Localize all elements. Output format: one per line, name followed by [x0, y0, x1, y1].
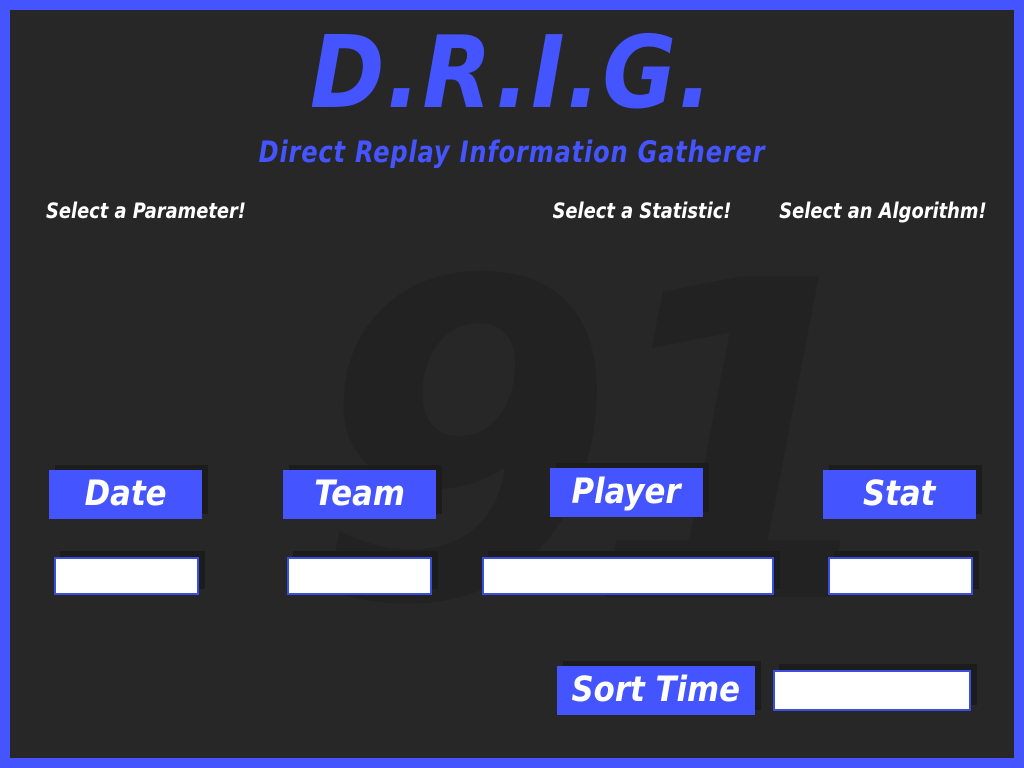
select-statistic-prompt: Select a Statistic! — [552, 199, 732, 223]
sort-time-button[interactable]: Sort Time — [557, 666, 755, 715]
app-title: D.R.I.G. — [309, 14, 715, 131]
stat-button-label: Stat — [863, 474, 936, 514]
sort-time-field[interactable] — [773, 670, 971, 711]
select-algorithm-prompt: Select an Algorithm! — [779, 199, 987, 223]
background-number-watermark: 91 — [310, 189, 892, 701]
player-button-label: Player — [571, 472, 682, 512]
app-window: 91 D.R.I.G. Direct Replay Information Ga… — [10, 10, 1014, 758]
stat-button[interactable]: Stat — [823, 470, 976, 519]
player-button[interactable]: Player — [550, 468, 703, 517]
stat-field[interactable] — [828, 557, 973, 595]
team-field[interactable] — [287, 557, 432, 595]
select-parameter-prompt: Select a Parameter! — [46, 199, 246, 223]
sort-time-button-label: Sort Time — [571, 670, 741, 710]
team-button[interactable]: Team — [283, 470, 436, 519]
date-button[interactable]: Date — [49, 470, 202, 519]
date-field[interactable] — [54, 557, 199, 595]
app-subtitle: Direct Replay Information Gatherer — [258, 135, 766, 169]
date-button-label: Date — [84, 474, 167, 514]
player-field[interactable] — [482, 557, 774, 595]
team-button-label: Team — [314, 474, 405, 514]
